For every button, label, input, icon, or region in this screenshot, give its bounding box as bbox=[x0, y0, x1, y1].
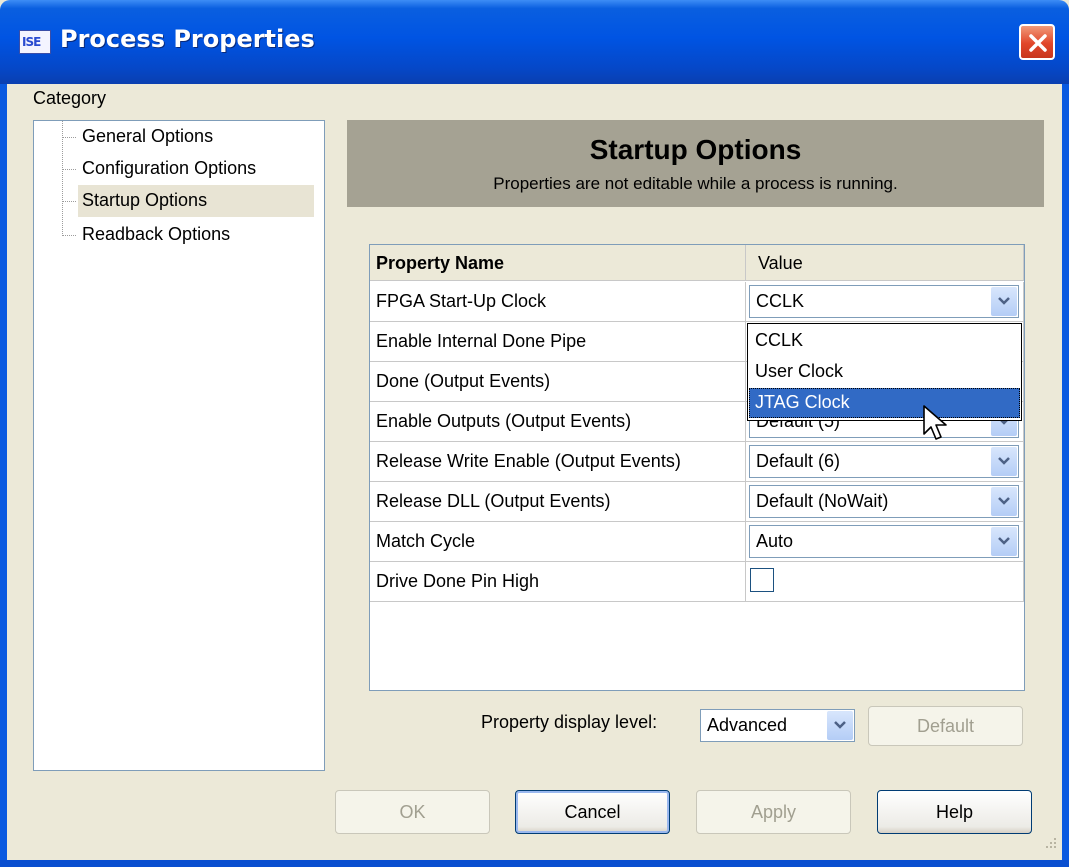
dropdown-arrow[interactable] bbox=[827, 711, 853, 740]
property-value-text: Auto bbox=[756, 531, 794, 551]
chevron-down-icon bbox=[998, 457, 1010, 465]
chevron-down-icon bbox=[998, 537, 1010, 545]
dropdown-arrow[interactable] bbox=[991, 287, 1017, 316]
window-frame-bottom bbox=[0, 860, 1069, 867]
dropdown-list[interactable]: CCLK User Clock JTAG Clock bbox=[747, 323, 1022, 421]
window-frame-right bbox=[1062, 84, 1069, 867]
property-value-text: Default (NoWait) bbox=[756, 491, 889, 511]
dropdown-arrow[interactable] bbox=[991, 487, 1017, 516]
tree-connector bbox=[62, 169, 76, 170]
property-name-cell: Enable Internal Done Pipe bbox=[370, 322, 746, 362]
property-value-text: CCLK bbox=[756, 291, 805, 311]
property-value-cell[interactable]: Auto bbox=[746, 522, 1024, 562]
property-value-select[interactable]: Auto bbox=[749, 525, 1019, 558]
display-level-value: Advanced bbox=[707, 715, 788, 735]
category-label: Category bbox=[33, 88, 107, 108]
column-header-property-name[interactable]: Property Name bbox=[370, 245, 746, 281]
property-value-cell[interactable]: Default (NoWait) bbox=[746, 482, 1024, 522]
category-tree[interactable]: General Options Configuration Options St… bbox=[33, 120, 325, 771]
property-name-cell: Done (Output Events) bbox=[370, 362, 746, 402]
display-level-label: Property display level: bbox=[481, 712, 658, 732]
dropdown-option-cclk[interactable]: CCLK bbox=[749, 326, 1020, 356]
apply-button[interactable]: Apply bbox=[696, 790, 851, 834]
ok-button[interactable]: OK bbox=[335, 790, 490, 834]
tree-item-startup-options[interactable]: Startup Options bbox=[78, 185, 314, 217]
property-value-cell[interactable] bbox=[746, 562, 1024, 602]
close-icon bbox=[1029, 34, 1047, 52]
tree-connector-line bbox=[62, 121, 63, 236]
dropdown-arrow[interactable] bbox=[991, 527, 1017, 556]
property-value-cell[interactable]: Default (6) bbox=[746, 442, 1024, 482]
app-icon-text: ISE bbox=[22, 35, 41, 49]
resize-grip-icon[interactable] bbox=[1040, 834, 1058, 852]
section-header-panel: Startup Options Properties are not edita… bbox=[347, 120, 1044, 207]
chevron-down-icon bbox=[998, 497, 1010, 505]
chevron-down-icon bbox=[998, 297, 1010, 305]
property-value-text: Default (6) bbox=[756, 451, 841, 471]
dropdown-arrow[interactable] bbox=[991, 447, 1017, 476]
tree-connector bbox=[62, 201, 76, 202]
property-value-select[interactable]: Default (6) bbox=[749, 445, 1019, 478]
display-level-select[interactable]: Advanced bbox=[700, 709, 855, 742]
tree-item-general-options[interactable]: General Options bbox=[78, 121, 217, 153]
property-name-cell: Release Write Enable (Output Events) bbox=[370, 442, 746, 482]
property-value-cell[interactable]: CCLK bbox=[746, 282, 1024, 322]
tree-connector bbox=[62, 235, 76, 236]
section-subtitle: Properties are not editable while a proc… bbox=[493, 174, 898, 193]
default-button[interactable]: Default bbox=[868, 706, 1023, 746]
section-title: Startup Options bbox=[589, 134, 802, 165]
drive-done-pin-high-checkbox[interactable] bbox=[750, 568, 774, 592]
tree-item-readback-options[interactable]: Readback Options bbox=[78, 219, 234, 251]
close-button[interactable] bbox=[1019, 24, 1055, 60]
property-value-select[interactable]: Default (NoWait) bbox=[749, 485, 1019, 518]
tree-connector bbox=[62, 137, 76, 138]
dropdown-option-user-clock[interactable]: User Clock bbox=[749, 357, 1020, 387]
window-frame-left bbox=[0, 84, 7, 867]
property-name-cell: Release DLL (Output Events) bbox=[370, 482, 746, 522]
column-header-value[interactable]: Value bbox=[746, 245, 1024, 281]
property-grid[interactable]: Property Name Value FPGA Start-Up Clock C… bbox=[369, 244, 1025, 691]
chevron-down-icon bbox=[834, 721, 846, 729]
property-name-cell: FPGA Start-Up Clock bbox=[370, 282, 746, 322]
dropdown-option-jtag-clock[interactable]: JTAG Clock bbox=[749, 388, 1020, 418]
help-button[interactable]: Help bbox=[877, 790, 1032, 834]
property-name-cell: Match Cycle bbox=[370, 522, 746, 562]
tree-item-configuration-options[interactable]: Configuration Options bbox=[78, 153, 260, 185]
cancel-button[interactable]: Cancel bbox=[515, 790, 670, 834]
mouse-cursor-icon bbox=[923, 405, 947, 440]
property-name-cell: Enable Outputs (Output Events) bbox=[370, 402, 746, 442]
window-title: Process Properties bbox=[60, 25, 315, 53]
property-value-select[interactable]: CCLK bbox=[749, 285, 1019, 318]
app-icon: ISE bbox=[19, 30, 51, 54]
property-name-cell: Drive Done Pin High bbox=[370, 562, 746, 602]
